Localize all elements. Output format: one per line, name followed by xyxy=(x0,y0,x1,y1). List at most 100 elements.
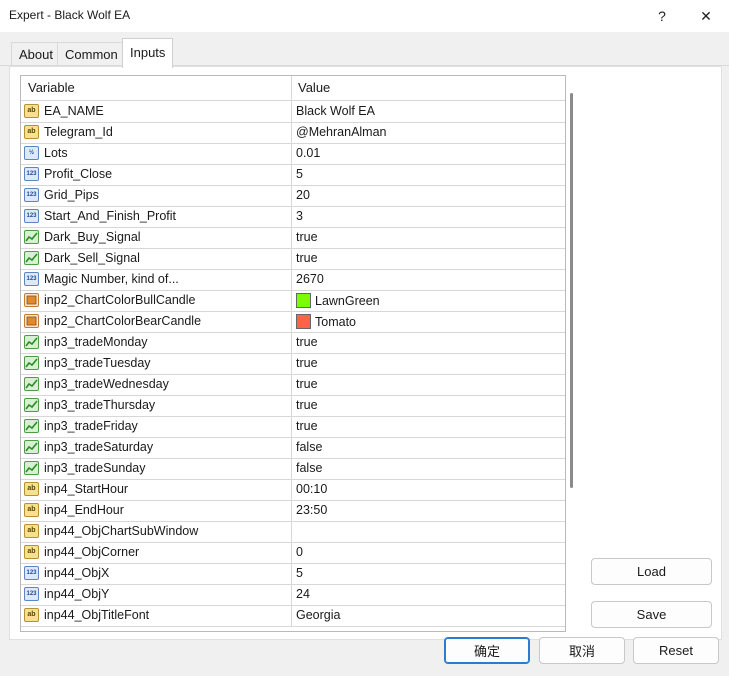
load-button[interactable]: Load xyxy=(591,558,712,585)
value-text: Georgia xyxy=(296,608,341,622)
table-row[interactable]: 123 inp44_ObjY 24 xyxy=(21,584,565,606)
column-divider xyxy=(291,542,292,563)
variable-value[interactable]: Black Wolf EA xyxy=(296,104,375,118)
variable-value[interactable]: 5 xyxy=(296,566,303,580)
table-row[interactable]: inp2_ChartColorBullCandle LawnGreen xyxy=(21,290,565,312)
table-row[interactable]: ab inp44_ObjCorner 0 xyxy=(21,542,565,564)
table-row[interactable]: 123 Profit_Close 5 xyxy=(21,164,565,186)
table-row[interactable]: ½ Lots 0.01 xyxy=(21,143,565,165)
reset-button[interactable]: Reset xyxy=(633,637,719,664)
variable-value[interactable]: Tomato xyxy=(296,314,356,329)
variable-value[interactable]: true xyxy=(296,251,318,265)
variable-value[interactable]: true xyxy=(296,230,318,244)
variable-name: inp44_ObjCorner xyxy=(44,545,140,559)
value-text: 5 xyxy=(296,167,303,181)
table-row[interactable]: ab Telegram_Id @MehranAlman xyxy=(21,122,565,144)
variable-value[interactable]: true xyxy=(296,335,318,349)
variable-name: Telegram_Id xyxy=(44,125,113,139)
variable-value[interactable]: @MehranAlman xyxy=(296,125,387,139)
variable-value[interactable]: false xyxy=(296,461,322,475)
vertical-scrollbar[interactable] xyxy=(567,90,575,630)
table-row[interactable]: inp3_tradeWednesday true xyxy=(21,374,565,396)
value-text: 0.01 xyxy=(296,146,321,160)
column-divider xyxy=(291,206,292,227)
color-icon xyxy=(24,314,39,328)
column-divider xyxy=(291,185,292,206)
variable-value[interactable]: true xyxy=(296,419,318,433)
variable-value[interactable]: 0.01 xyxy=(296,146,320,160)
header-value[interactable]: Value xyxy=(298,80,330,95)
value-text: 00:10 xyxy=(296,482,328,496)
table-row[interactable]: inp2_ChartColorBearCandle Tomato xyxy=(21,311,565,333)
variable-value[interactable]: 00:10 xyxy=(296,482,327,496)
variable-value[interactable]: 5 xyxy=(296,167,303,181)
tab-about[interactable]: About xyxy=(11,42,61,67)
table-row[interactable]: 123 Start_And_Finish_Profit 3 xyxy=(21,206,565,228)
table-row[interactable]: ab inp4_EndHour 23:50 xyxy=(21,500,565,522)
cancel-button[interactable]: 取消 xyxy=(539,637,625,664)
table-row[interactable]: ab EA_NAME Black Wolf EA xyxy=(21,101,565,123)
table-row[interactable]: inp3_tradeThursday true xyxy=(21,395,565,417)
value-text: 5 xyxy=(296,566,303,580)
variable-name: EA_NAME xyxy=(44,104,104,118)
table-row[interactable]: ab inp44_ObjTitleFont Georgia xyxy=(21,605,565,627)
ok-button[interactable]: 确定 xyxy=(444,637,530,664)
column-divider xyxy=(291,143,292,164)
close-button[interactable]: ✕ xyxy=(684,0,728,32)
variable-name: inp3_tradeSaturday xyxy=(44,440,154,454)
variable-value[interactable]: 3 xyxy=(296,209,303,223)
variable-value[interactable]: false xyxy=(296,440,322,454)
value-text: 20 xyxy=(296,188,310,202)
integer-icon: 123 xyxy=(24,167,39,181)
variable-value[interactable]: true xyxy=(296,398,318,412)
value-text: Tomato xyxy=(315,314,356,329)
tab-inputs[interactable]: Inputs xyxy=(122,38,174,68)
bool-icon xyxy=(24,230,39,244)
table-row[interactable]: 123 inp44_ObjX 5 xyxy=(21,563,565,585)
help-button[interactable]: ? xyxy=(640,0,684,32)
variable-name: Dark_Buy_Signal xyxy=(44,230,141,244)
table-row[interactable]: inp3_tradeSaturday false xyxy=(21,437,565,459)
variable-value[interactable]: 24 xyxy=(296,587,310,601)
variable-name: inp2_ChartColorBullCandle xyxy=(44,293,196,307)
table-row[interactable]: inp3_tradeMonday true xyxy=(21,332,565,354)
variable-value[interactable]: true xyxy=(296,356,318,370)
table-row[interactable]: ab inp4_StartHour 00:10 xyxy=(21,479,565,501)
column-divider xyxy=(291,374,292,395)
variable-value[interactable]: 23:50 xyxy=(296,503,327,517)
table-row[interactable]: inp3_tradeTuesday true xyxy=(21,353,565,375)
variable-value[interactable]: 0 xyxy=(296,545,303,559)
tab-common[interactable]: Common xyxy=(57,42,126,67)
bool-icon xyxy=(24,251,39,265)
column-divider xyxy=(291,584,292,605)
integer-icon: 123 xyxy=(24,272,39,286)
variable-name: inp44_ObjY xyxy=(44,587,110,601)
string-icon: ab xyxy=(24,503,39,517)
table-row[interactable]: Dark_Sell_Signal true xyxy=(21,248,565,270)
column-divider xyxy=(291,290,292,311)
header-variable[interactable]: Variable xyxy=(28,80,75,95)
variable-name: inp4_StartHour xyxy=(44,482,129,496)
variable-value[interactable]: 2670 xyxy=(296,272,324,286)
variable-value[interactable]: LawnGreen xyxy=(296,293,380,308)
header-divider[interactable] xyxy=(291,76,292,100)
variable-value[interactable]: Georgia xyxy=(296,608,340,622)
variable-value[interactable]: 20 xyxy=(296,188,310,202)
variable-value[interactable]: true xyxy=(296,377,318,391)
column-divider xyxy=(291,395,292,416)
save-button[interactable]: Save xyxy=(591,601,712,628)
variable-name: Profit_Close xyxy=(44,167,113,181)
variable-name: inp44_ObjX xyxy=(44,566,110,580)
table-row[interactable]: Dark_Buy_Signal true xyxy=(21,227,565,249)
string-icon: ab xyxy=(24,104,39,118)
scrollbar-thumb[interactable] xyxy=(570,93,573,488)
color-swatch xyxy=(296,293,311,308)
table-row[interactable]: 123 Grid_Pips 20 xyxy=(21,185,565,207)
column-divider xyxy=(291,521,292,542)
table-row[interactable]: inp3_tradeSunday false xyxy=(21,458,565,480)
inputs-table: Variable Value ab EA_NAME Black Wolf EA ab T… xyxy=(20,75,566,632)
bool-icon xyxy=(24,398,39,412)
table-row[interactable]: 123 Magic Number, kind of... 2670 xyxy=(21,269,565,291)
table-row[interactable]: inp3_tradeFriday true xyxy=(21,416,565,438)
table-row[interactable]: ab inp44_ObjChartSubWindow xyxy=(21,521,565,543)
